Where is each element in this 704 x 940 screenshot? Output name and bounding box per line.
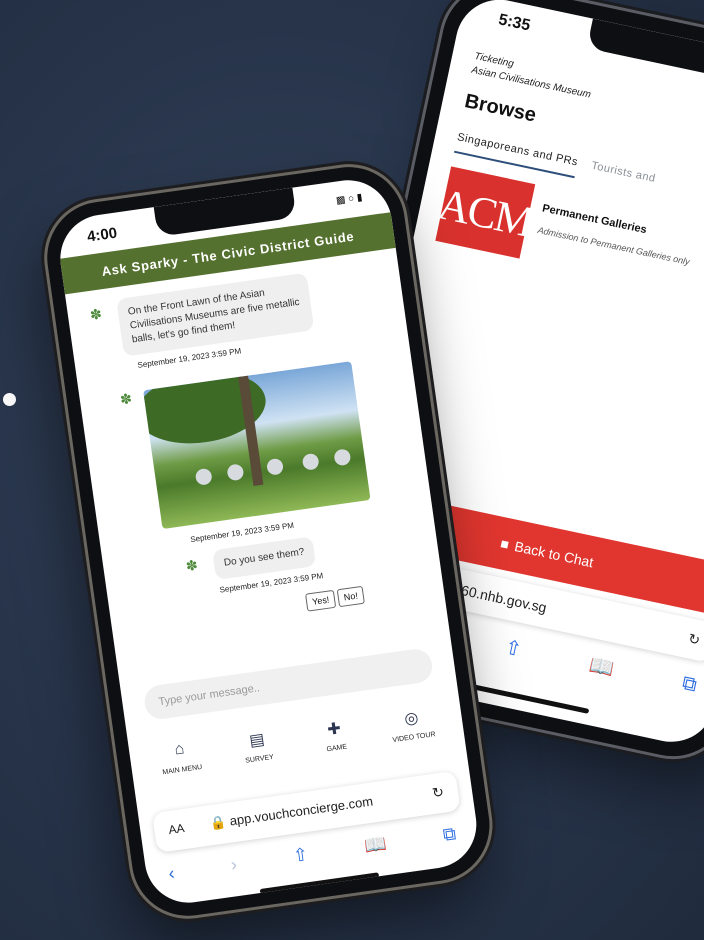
bot-avatar-icon: ✽ — [184, 556, 199, 575]
nav-survey[interactable]: ▤ SURVEY — [226, 726, 290, 767]
nav-main-menu[interactable]: ⌂ MAIN MENU — [149, 737, 213, 778]
nav-label: VIDEO TOUR — [392, 731, 436, 745]
back-icon[interactable]: ‹ — [167, 863, 176, 885]
lock-icon: 🔒 — [209, 814, 228, 832]
reload-icon[interactable]: ↻ — [431, 784, 445, 802]
url-value: app.vouchconcierge.com — [228, 793, 374, 829]
status-time: 4:00 — [86, 224, 119, 246]
lawn-photo[interactable] — [143, 361, 371, 530]
bookmarks-icon[interactable]: 📖 — [363, 833, 388, 857]
page-title: Browse — [462, 90, 539, 127]
reply-no-button[interactable]: No! — [336, 585, 365, 608]
puzzle-icon: ✚ — [326, 720, 343, 739]
nav-label: SURVEY — [244, 753, 275, 765]
bot-avatar-icon: ✽ — [119, 390, 133, 408]
tabs-icon[interactable]: ⧉ — [442, 823, 458, 846]
share-icon[interactable]: ⇧ — [292, 844, 310, 867]
home-icon: ⌂ — [173, 740, 186, 759]
metal-ball — [265, 457, 285, 476]
metal-ball — [194, 467, 213, 486]
item-description: Admission to Permanent Galleries only — [536, 224, 691, 267]
decorative-dot — [3, 393, 16, 406]
reply-yes-button[interactable]: Yes! — [305, 589, 337, 612]
url-value: v360.nhb.gov.sg — [445, 578, 549, 616]
nav-label: GAME — [326, 743, 348, 754]
bottom-menu: ⌂ MAIN MENU ▤ SURVEY ✚ GAME ◎ VIDEO TOUR — [149, 704, 445, 778]
back-to-chat-label: Back to Chat — [513, 538, 595, 571]
bookmarks-icon[interactable]: 📖 — [587, 652, 617, 682]
status-icons: ▩ ○ ▮ — [335, 192, 364, 207]
url-text: 🔒 app.vouchconcierge.com — [209, 794, 374, 833]
metal-ball — [333, 448, 352, 467]
tabs-icon[interactable]: ⧉ — [680, 672, 699, 699]
status-time: 5:35 — [496, 11, 532, 35]
bot-avatar-icon: ✽ — [88, 305, 103, 323]
nav-video-tour[interactable]: ◎ VIDEO TOUR — [380, 704, 444, 745]
metal-ball — [226, 463, 245, 482]
survey-icon: ▤ — [248, 731, 266, 750]
share-icon[interactable]: ⇧ — [503, 634, 525, 662]
home-indicator — [259, 872, 380, 894]
chat-bubble: On the Front Lawn of the Asian Civilisat… — [116, 272, 315, 357]
text-size-button[interactable]: AA — [168, 821, 186, 837]
reload-icon[interactable]: ↻ — [687, 630, 702, 649]
acm-logo[interactable]: ACM — [434, 166, 536, 259]
chat-icon: ■ — [498, 535, 511, 553]
nav-game[interactable]: ✚ GAME — [303, 715, 367, 756]
video-tour-icon: ◎ — [403, 709, 420, 729]
nav-label: MAIN MENU — [162, 763, 203, 777]
metal-ball — [301, 452, 320, 471]
notch — [586, 18, 704, 82]
forward-icon[interactable]: › — [230, 854, 239, 876]
tab-tourists[interactable]: Tourists and — [588, 160, 656, 195]
